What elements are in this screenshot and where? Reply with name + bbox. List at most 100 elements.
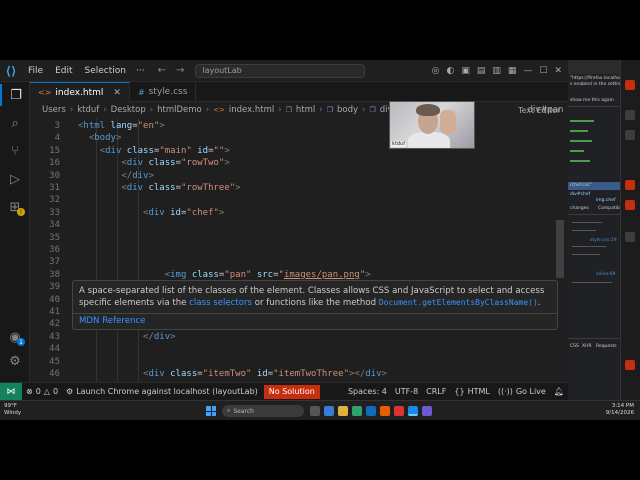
element-icon: ❒ xyxy=(369,106,376,114)
edge-icon[interactable] xyxy=(352,406,362,416)
app-icon[interactable] xyxy=(394,406,404,416)
code-line: 30 </div> xyxy=(49,170,154,181)
vscode-taskbar-icon[interactable] xyxy=(408,406,418,416)
explorer-icon[interactable]: ❐ xyxy=(0,84,30,106)
menu-edit[interactable]: Edit xyxy=(49,66,78,76)
no-solution-badge[interactable]: No Solution xyxy=(263,384,320,399)
toggle-sidebar-icon[interactable]: ▣ xyxy=(461,66,470,76)
breadcrumb-item[interactable]: body xyxy=(337,105,358,115)
system-clock[interactable]: 3:14 PM 9/14/2026 xyxy=(606,403,634,417)
code-line: 16 <div class="rowTwo"> xyxy=(49,158,230,169)
command-center[interactable]: layoutLab xyxy=(195,63,366,78)
code-line: 33 <div id="chef"> xyxy=(49,207,225,218)
browser-tool-icon[interactable] xyxy=(625,180,635,190)
breadcrumb-item[interactable]: index.html xyxy=(229,105,274,115)
code-line: 32 xyxy=(49,195,60,206)
toggle-panel-icon[interactable]: ▤ xyxy=(477,66,486,76)
browser-tool-icon[interactable] xyxy=(625,130,635,140)
clock-time: 3:14 PM xyxy=(611,403,634,409)
store-icon[interactable] xyxy=(366,406,376,416)
go-live-button[interactable]: ((·)) Go Live xyxy=(494,387,550,396)
firefox-icon[interactable] xyxy=(380,406,390,416)
title-bar-icons: ◎ ◐ ▣ ▤ ▥ ▦ — ☐ ✕ xyxy=(432,66,568,76)
toggle-secondary-sidebar-icon[interactable]: ▥ xyxy=(492,66,501,76)
menu-more[interactable]: ··· xyxy=(132,66,149,76)
tab-label: index.html xyxy=(55,87,104,98)
file-explorer-icon[interactable] xyxy=(338,406,348,416)
encoding-status[interactable]: UTF-8 xyxy=(391,387,422,396)
code-line: 36 xyxy=(49,245,60,255)
breadcrumb-item[interactable]: ktduf xyxy=(77,105,99,115)
top-letterbox xyxy=(0,0,640,60)
mdn-reference-link[interactable]: MDN Reference xyxy=(79,316,145,326)
extensions-icon[interactable]: ⊞! xyxy=(0,196,30,218)
webcam-person-hair xyxy=(416,104,440,116)
taskbar-search-label: Search xyxy=(233,407,254,415)
menu-selection[interactable]: Selection xyxy=(79,66,132,76)
breadcrumb-item[interactable]: Users xyxy=(42,105,66,115)
warning-icon: △ xyxy=(43,387,50,396)
code-line: 37 xyxy=(49,257,60,268)
remote-icon[interactable]: ⋈ xyxy=(0,382,22,401)
account-icon[interactable]: ◉ 1 xyxy=(0,326,30,348)
panel-text: style.css:19 xyxy=(590,238,617,243)
breadcrumb-item[interactable]: html xyxy=(296,105,315,115)
run-debug-icon[interactable]: ▷ xyxy=(0,168,30,190)
method-code: Document.getElementsByClassName() xyxy=(378,298,538,307)
taskbar-search[interactable]: ⌕ Search xyxy=(222,405,304,417)
tab-style-css[interactable]: # style.css xyxy=(130,82,197,102)
tab-index-html[interactable]: <> index.html ✕ xyxy=(30,82,130,102)
source-control-icon[interactable]: ⑂ xyxy=(0,140,30,162)
browser-tool-icon[interactable] xyxy=(625,200,635,210)
error-icon: ⊗ xyxy=(26,387,33,396)
webcam-overlay: ktduf xyxy=(389,101,475,149)
activity-bar: ❐ ⌕ ⑂ ▷ ⊞! ◉ 1 ⚙ xyxy=(0,82,30,382)
tab-label: style.css xyxy=(148,87,188,97)
browser-tool-icon[interactable] xyxy=(625,80,635,90)
app-icon[interactable] xyxy=(422,406,432,416)
code-editor[interactable]: 3 <html lang="en"> 4 <body> 15 <div class… xyxy=(30,118,568,382)
browser-tool-icon[interactable] xyxy=(625,110,635,120)
accounts-icon[interactable]: ◐ xyxy=(446,66,454,76)
customize-layout-icon[interactable]: ▦ xyxy=(508,66,517,76)
panel-text: inline:69 xyxy=(596,272,616,277)
eol-status[interactable]: CRLF xyxy=(422,387,450,396)
back-arrow-icon[interactable]: ← xyxy=(153,65,171,76)
windows-taskbar: 99°F Windy ⌕ Search 3:14 PM 9/14/2026 xyxy=(0,400,640,420)
editor-scrollbar[interactable] xyxy=(556,220,564,278)
breadcrumb-item[interactable]: htmlDemo xyxy=(157,105,202,115)
launch-config[interactable]: ⚙ Launch Chrome against localhost (layout… xyxy=(62,387,262,396)
windows-start-icon[interactable] xyxy=(206,406,216,416)
code-line: 45 xyxy=(49,356,60,367)
vscode-logo-icon: ⟨⟩ xyxy=(5,63,17,78)
minimize-icon[interactable]: — xyxy=(523,66,532,76)
browser-tool-icon[interactable] xyxy=(625,232,635,242)
panel-text: img.chef xyxy=(596,198,616,203)
css-file-icon: # xyxy=(137,87,145,97)
notifications-bell-icon[interactable]: 🔔︎ xyxy=(550,387,568,396)
text-editor-label: Text Editor xyxy=(518,106,561,115)
task-view-icon[interactable] xyxy=(310,406,320,416)
hover-divider xyxy=(73,313,557,314)
manage-gear-icon[interactable]: ⚙ xyxy=(0,350,30,372)
tab-close-icon[interactable]: ✕ xyxy=(113,88,121,98)
copilot-icon[interactable]: ◎ xyxy=(432,66,440,76)
close-icon[interactable]: ✕ xyxy=(554,66,562,76)
hover-description: A space-separated list of the classes of… xyxy=(79,286,545,308)
forward-arrow-icon[interactable]: → xyxy=(171,65,189,76)
menu-file[interactable]: File xyxy=(22,66,49,76)
braces-icon: {} xyxy=(454,387,465,396)
widgets-icon[interactable] xyxy=(324,406,334,416)
editor-tabs: <> index.html ✕ # style.css xyxy=(30,82,568,102)
class-selectors-link[interactable]: class selectors xyxy=(189,298,252,308)
indentation-status[interactable]: Spaces: 4 xyxy=(344,387,391,396)
browser-tool-icon[interactable] xyxy=(625,360,635,370)
search-icon[interactable]: ⌕ xyxy=(0,112,30,134)
extensions-warning-badge: ! xyxy=(17,208,25,216)
problems-status[interactable]: ⊗ 0 △ 0 xyxy=(22,387,62,396)
weather-widget[interactable]: 99°F Windy xyxy=(4,403,21,417)
breadcrumb-item[interactable]: Desktop xyxy=(111,105,146,115)
clock-date: 9/14/2026 xyxy=(605,410,634,416)
language-mode[interactable]: {} HTML xyxy=(450,387,493,396)
maximize-icon[interactable]: ☐ xyxy=(539,66,547,76)
